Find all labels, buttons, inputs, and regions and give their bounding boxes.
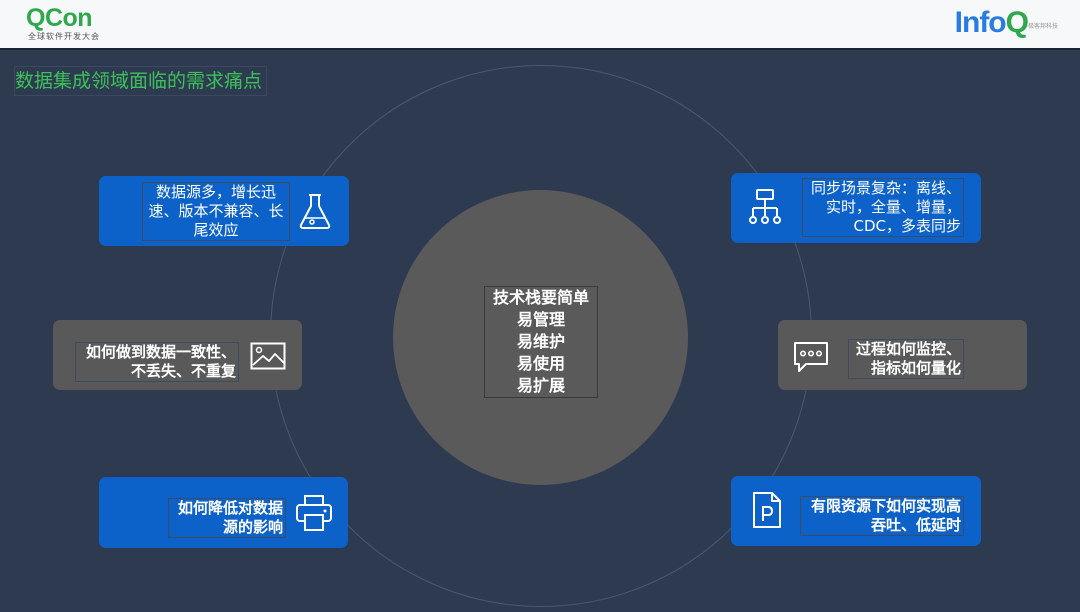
card-line: 过程如何监控、	[855, 340, 961, 358]
center-line: 易扩展	[516, 376, 565, 395]
card-monitoring: 过程如何监控、 指标如何量化	[778, 320, 1027, 390]
infoq-logo-sup: 极客邦科技	[1027, 24, 1058, 30]
center-text: 技术栈要简单 易管理 易维护 易使用 易扩展	[484, 286, 598, 398]
flask-icon	[299, 194, 331, 229]
card-monitoring-text: 过程如何监控、 指标如何量化	[848, 339, 964, 379]
center-line: 易使用	[516, 354, 565, 373]
slide-title: 数据集成领域面临的需求痛点	[14, 66, 268, 96]
center-line: 易维护	[516, 332, 565, 351]
infoq-logo-q: Q	[1005, 6, 1029, 39]
qcon-logo: QCon 全球软件开发大会	[26, 4, 100, 42]
card-sync-scenarios: 同步场景复杂：离线、 实时，全量、增量， CDC，多表同步	[731, 173, 981, 243]
card-limited-resources: 有限资源下如何实现高 吞吐、低延时	[731, 476, 981, 546]
card-line: 如何降低对数据	[177, 499, 283, 517]
card-line: 速、版本不兼容、长	[148, 202, 284, 220]
card-line: 实时，全量、增量，	[825, 198, 961, 216]
card-source-impact: 如何降低对数据 源的影响	[99, 477, 348, 548]
card-line: 同步场景复杂：离线、	[810, 179, 961, 197]
card-data-sources: 数据源多，增长迅 速、版本不兼容、长 尾效应	[99, 176, 349, 246]
card-line: 如何做到数据一致性、	[85, 343, 236, 361]
card-line: 指标如何量化	[870, 359, 961, 377]
card-line: 不丢失、不重复	[130, 362, 236, 380]
infoq-logo-text: Info	[954, 6, 1007, 39]
card-line: 有限资源下如何实现高	[810, 497, 961, 515]
card-line: 源的影响	[222, 518, 283, 536]
infoq-logo: InfoQ极客邦科技	[955, 6, 1058, 48]
printer-icon	[296, 495, 332, 531]
card-consistency-text: 如何做到数据一致性、 不丢失、不重复	[75, 342, 239, 382]
card-line: CDC，多表同步	[853, 217, 962, 235]
qcon-logo-name: QCon	[26, 4, 93, 32]
document-p-icon	[753, 492, 781, 528]
qcon-logo-subtitle: 全球软件开发大会	[28, 32, 100, 41]
card-line: 吞吐、低延时	[870, 516, 961, 534]
center-line: 易管理	[516, 310, 565, 329]
card-source-impact-text: 如何降低对数据 源的影响	[168, 498, 286, 538]
chat-icon	[794, 342, 828, 372]
hierarchy-icon	[749, 189, 781, 224]
card-line: 尾效应	[193, 221, 239, 239]
card-consistency: 如何做到数据一致性、 不丢失、不重复	[53, 320, 302, 390]
center-line: 技术栈要简单	[492, 288, 589, 307]
image-icon	[250, 342, 286, 370]
card-sync-scenarios-text: 同步场景复杂：离线、 实时，全量、增量， CDC，多表同步	[802, 178, 964, 237]
header-bar: QCon 全球软件开发大会 InfoQ极客邦科技	[0, 0, 1080, 50]
card-data-sources-text: 数据源多，增长迅 速、版本不兼容、长 尾效应	[142, 182, 290, 241]
card-limited-resources-text: 有限资源下如何实现高 吞吐、低延时	[800, 496, 964, 536]
card-line: 数据源多，增长迅	[155, 183, 276, 201]
